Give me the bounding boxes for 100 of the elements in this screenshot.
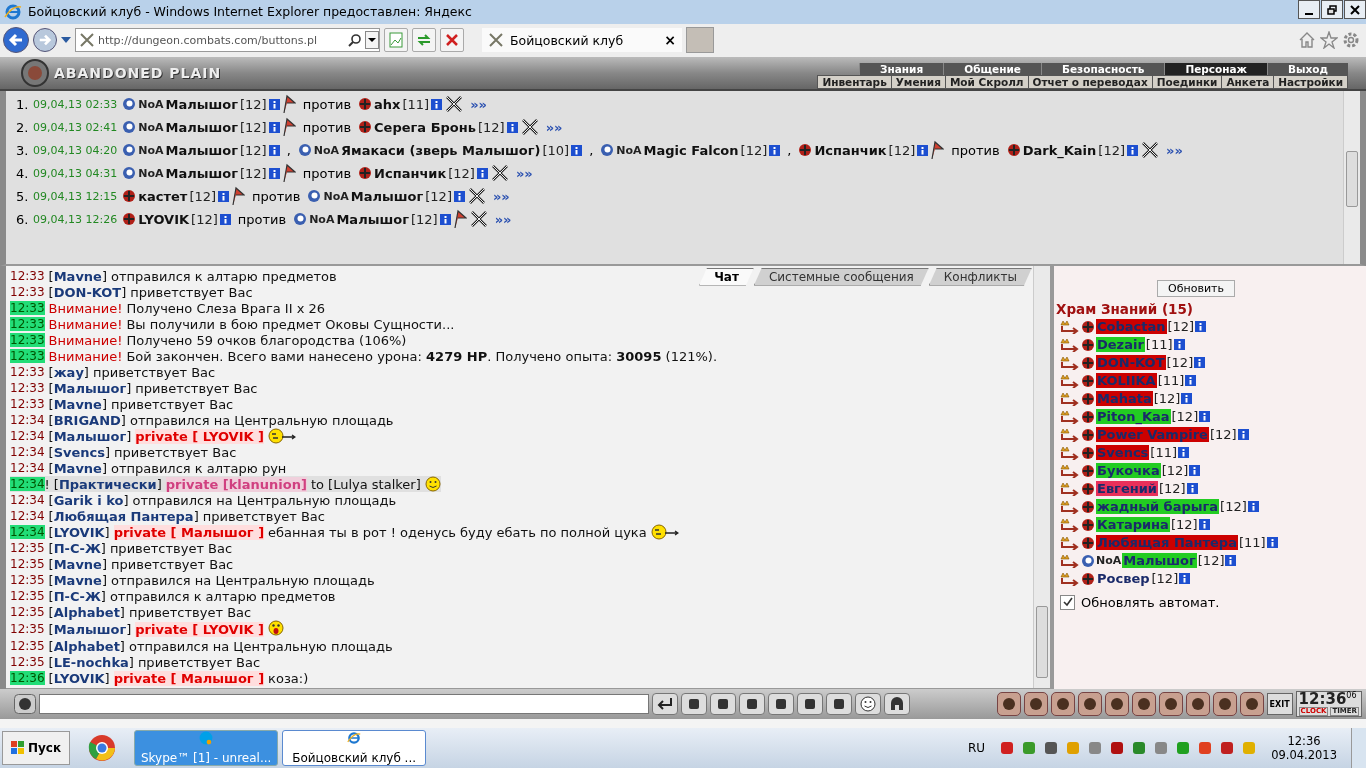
info-icon[interactable] bbox=[1185, 375, 1197, 387]
info-icon[interactable] bbox=[1186, 483, 1198, 495]
message-time[interactable]: 12:34 bbox=[10, 477, 45, 492]
exit-button[interactable]: EXIT bbox=[1266, 693, 1293, 716]
message-time[interactable]: 12:34 bbox=[10, 493, 45, 508]
nickname[interactable]: [Mavne] bbox=[48, 572, 107, 588]
send-button[interactable] bbox=[652, 693, 678, 716]
crown-arrow-icon[interactable] bbox=[1060, 319, 1080, 334]
tray-icon[interactable] bbox=[1043, 740, 1060, 756]
forward-button[interactable] bbox=[33, 28, 57, 53]
submenu-link[interactable]: Поединки bbox=[1151, 75, 1222, 88]
player-name[interactable]: Ямакаси (зверь Малышог) bbox=[341, 142, 541, 158]
toolbar-button[interactable] bbox=[1239, 692, 1264, 717]
battle-log-link[interactable]: »» bbox=[494, 211, 512, 227]
player-name[interactable]: LYOVIK bbox=[138, 211, 190, 227]
submenu-link[interactable]: Анкета bbox=[1221, 75, 1274, 88]
info-icon[interactable] bbox=[1247, 501, 1259, 513]
message-time[interactable]: 12:34 bbox=[10, 525, 45, 540]
menu-tab[interactable]: Знания bbox=[859, 62, 944, 75]
info-icon[interactable] bbox=[769, 144, 781, 156]
message-time[interactable]: 12:35 bbox=[10, 573, 45, 588]
submenu-link[interactable]: Мой Скролл bbox=[944, 75, 1028, 88]
crown-arrow-icon[interactable] bbox=[1060, 445, 1080, 460]
menu-tab[interactable]: Персонаж bbox=[1164, 62, 1268, 75]
message-time[interactable]: 12:35 bbox=[10, 655, 45, 670]
toolbar-button[interactable] bbox=[768, 693, 794, 716]
info-icon[interactable] bbox=[1127, 144, 1139, 156]
nickname[interactable]: [DON-KOT] bbox=[48, 284, 127, 300]
info-icon[interactable] bbox=[1198, 519, 1210, 531]
nickname[interactable]: [Alphabet] bbox=[48, 604, 125, 620]
dropdown-caret-icon[interactable] bbox=[365, 31, 379, 50]
info-icon[interactable] bbox=[1199, 411, 1211, 423]
language-indicator[interactable]: RU bbox=[968, 741, 986, 755]
battle-log-link[interactable]: »» bbox=[470, 96, 487, 112]
player-name[interactable]: Малышог bbox=[165, 165, 238, 181]
private-label[interactable]: private [ LYOVIK ] bbox=[135, 428, 265, 444]
info-icon[interactable] bbox=[268, 144, 280, 156]
message-time[interactable]: 12:33 bbox=[10, 285, 45, 300]
player-name[interactable]: Испанчик bbox=[814, 142, 887, 158]
player-name[interactable]: Dark_Kain bbox=[1022, 142, 1097, 158]
info-icon[interactable] bbox=[1189, 465, 1201, 477]
private-label[interactable]: private [ Малышог ] bbox=[113, 670, 265, 686]
submenu-link[interactable]: Инвентарь bbox=[818, 75, 891, 88]
toolbar-button[interactable] bbox=[739, 693, 765, 716]
nickname[interactable]: [Mavne] bbox=[48, 460, 107, 476]
tray-icon[interactable] bbox=[1219, 740, 1236, 756]
toolbar-button[interactable] bbox=[710, 693, 736, 716]
scrollbar[interactable] bbox=[1343, 90, 1360, 264]
info-icon[interactable] bbox=[506, 121, 518, 133]
battle-log-link[interactable]: »» bbox=[492, 188, 510, 204]
player-name[interactable]: кастет bbox=[138, 188, 188, 204]
info-icon[interactable] bbox=[431, 98, 443, 110]
crown-arrow-icon[interactable] bbox=[1060, 499, 1080, 514]
info-icon[interactable] bbox=[1266, 537, 1278, 549]
message-time[interactable]: 12:33 bbox=[10, 317, 45, 332]
crown-arrow-icon[interactable] bbox=[1060, 391, 1080, 406]
info-icon[interactable] bbox=[439, 213, 451, 225]
nickname[interactable]: [LE-nochka] bbox=[48, 654, 134, 670]
info-icon[interactable] bbox=[1178, 447, 1190, 459]
info-icon[interactable] bbox=[1237, 429, 1249, 441]
nickname[interactable]: [жау] bbox=[48, 364, 89, 380]
crown-arrow-icon[interactable] bbox=[1060, 463, 1080, 478]
menu-tab[interactable]: Безопасность bbox=[1040, 62, 1165, 75]
settings-icon[interactable] bbox=[1342, 31, 1360, 50]
address-field[interactable]: http://dungeon.combats.com/buttons.pl bbox=[75, 28, 380, 53]
info-icon[interactable] bbox=[268, 98, 280, 110]
member-name[interactable]: Росвер bbox=[1096, 571, 1151, 587]
info-icon[interactable] bbox=[268, 121, 280, 133]
battle-log-link[interactable]: »» bbox=[515, 165, 533, 181]
nickname[interactable]: [Практически] bbox=[53, 476, 162, 492]
message-time[interactable]: 12:35 bbox=[10, 541, 45, 556]
tray-icon[interactable] bbox=[1153, 740, 1170, 756]
info-icon[interactable] bbox=[453, 190, 465, 202]
search-icon[interactable] bbox=[348, 33, 362, 48]
toolbar-button[interactable] bbox=[1050, 692, 1075, 717]
tab-close-button[interactable]: × bbox=[664, 32, 676, 49]
close-button[interactable] bbox=[1344, 0, 1366, 19]
player-name[interactable]: Magic Falcon bbox=[643, 142, 739, 158]
info-icon[interactable] bbox=[218, 190, 230, 202]
nickname[interactable]: [Svencs] bbox=[48, 444, 111, 460]
message-time[interactable]: 12:34 bbox=[10, 445, 45, 460]
tray-icon[interactable] bbox=[1131, 740, 1148, 756]
toolbar-button[interactable] bbox=[797, 693, 823, 716]
crown-arrow-icon[interactable] bbox=[1060, 517, 1080, 532]
member-name[interactable]: Малышог bbox=[1122, 553, 1197, 569]
toolbar-button[interactable] bbox=[681, 693, 707, 716]
crown-arrow-icon[interactable] bbox=[1060, 553, 1080, 568]
nickname[interactable]: [BRIGAND] bbox=[48, 412, 126, 428]
message-time[interactable]: 12:33 bbox=[10, 397, 45, 412]
head-profile-icon[interactable] bbox=[14, 694, 36, 715]
home-icon[interactable] bbox=[1298, 31, 1316, 50]
message-time[interactable]: 12:34 bbox=[10, 461, 45, 476]
info-icon[interactable] bbox=[1179, 573, 1191, 585]
star-icon[interactable] bbox=[1320, 31, 1338, 50]
stop-button[interactable] bbox=[440, 28, 464, 53]
tray-icon[interactable] bbox=[1175, 740, 1192, 756]
chat-tab[interactable]: Конфликты bbox=[928, 267, 1032, 286]
crown-arrow-icon[interactable] bbox=[1060, 427, 1080, 442]
crown-arrow-icon[interactable] bbox=[1060, 373, 1080, 388]
player-name[interactable]: Серега Бронь bbox=[374, 119, 476, 135]
